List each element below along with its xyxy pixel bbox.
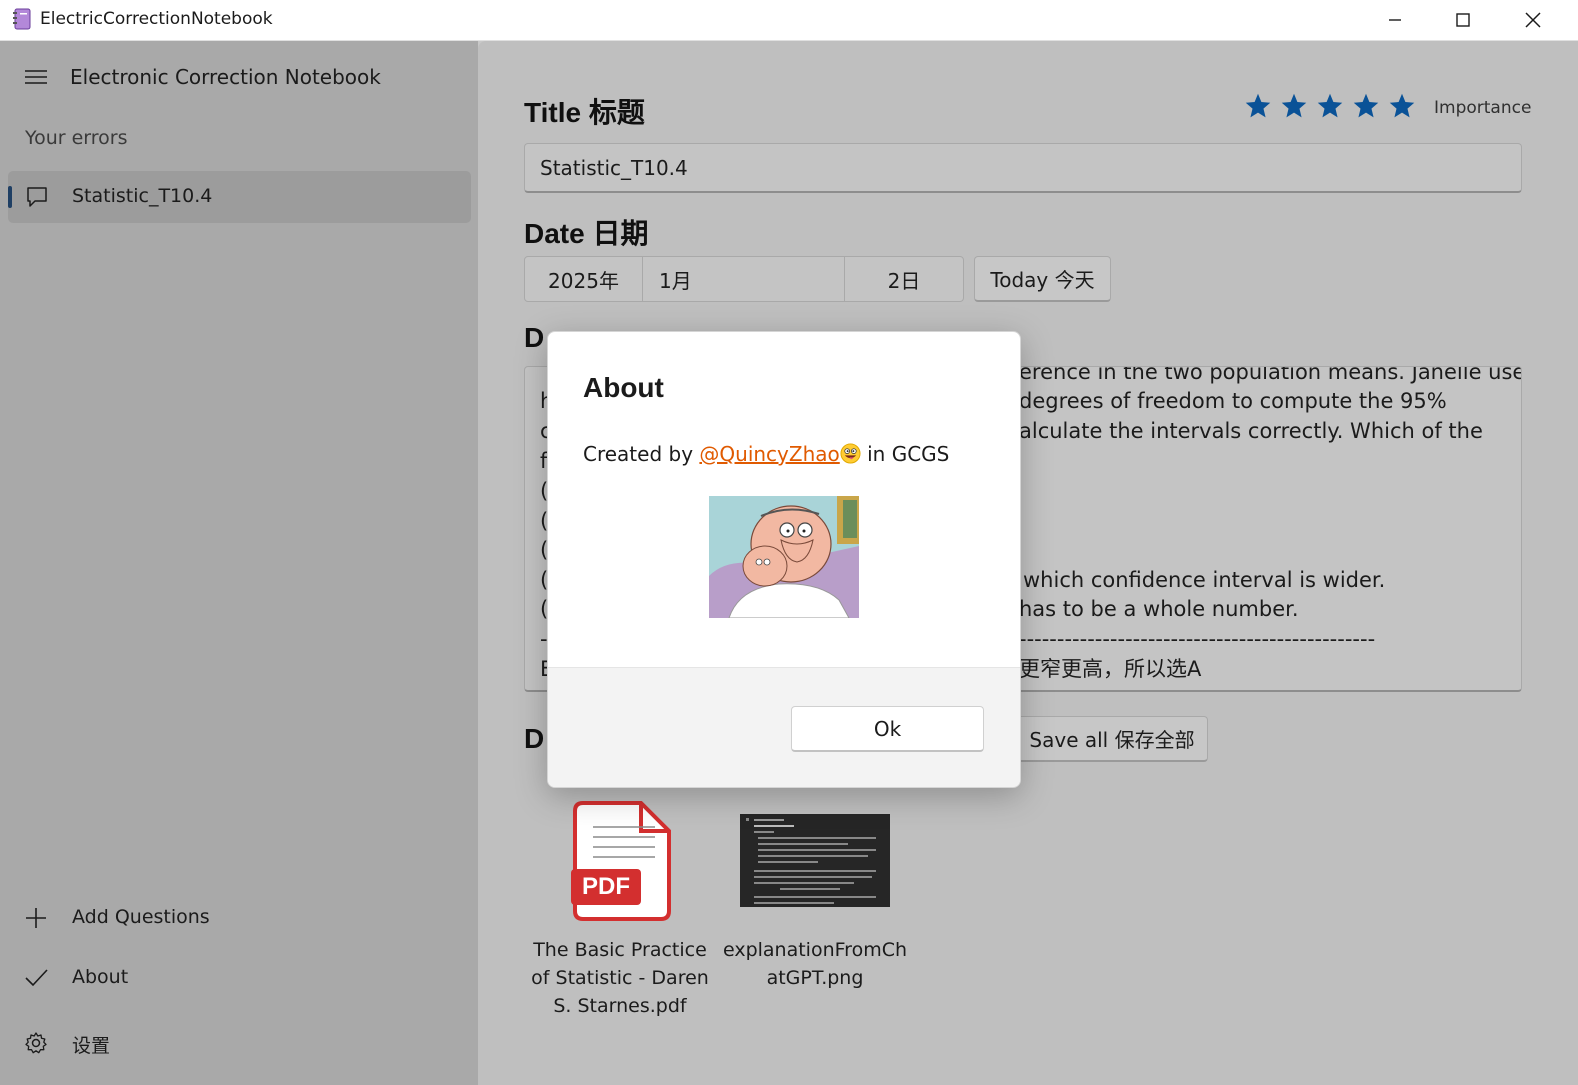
plus-icon: [26, 908, 46, 928]
date-year[interactable]: 2025年: [525, 257, 643, 301]
documents-heading: D: [524, 723, 545, 754]
close-icon: [1525, 12, 1541, 28]
date-month[interactable]: 1月: [643, 257, 845, 301]
credit-suffix: in GCGS: [860, 442, 950, 466]
maximize-icon: [1456, 13, 1470, 27]
save-all-button[interactable]: Save all 保存全部: [1016, 716, 1208, 762]
desc-line-2: degrees of freedom to compute the 95%: [1019, 389, 1447, 413]
maximize-button[interactable]: [1428, 0, 1498, 40]
ok-button[interactable]: Ok: [791, 706, 984, 752]
close-button[interactable]: [1498, 0, 1568, 40]
pdf-badge: PDF: [582, 873, 630, 900]
author-link[interactable]: @QuincyZhao: [699, 442, 861, 466]
star-icon[interactable]: [1352, 92, 1380, 120]
attachment-name-png[interactable]: explanationFromChatGPT.png: [720, 936, 910, 992]
app-name: Electronic Correction Notebook: [70, 65, 381, 89]
errors-section-title: Your errors: [25, 127, 128, 149]
image-thumbnail[interactable]: [740, 814, 890, 907]
window-title: ElectricCorrectionNotebook: [40, 9, 273, 29]
desc-line-3: alculate the intervals correctly. Which …: [1019, 419, 1483, 443]
minimize-button[interactable]: [1360, 0, 1430, 40]
today-button[interactable]: Today 今天: [974, 256, 1111, 302]
dialog-footer: Ok: [548, 667, 1020, 787]
about-item[interactable]: About: [0, 952, 478, 1004]
about-dialog: About Created by @QuincyZhao in GCGS Ok: [547, 331, 1021, 788]
settings-item[interactable]: 设置: [0, 1017, 478, 1069]
grinning-emoji-icon: [840, 443, 861, 464]
date-picker[interactable]: 2025年 1月 2日: [524, 256, 964, 302]
credit-prefix: Created by: [583, 442, 700, 466]
dialog-credit-text: Created by @QuincyZhao in GCGS: [583, 442, 949, 466]
author-link-text: @QuincyZhao: [699, 442, 840, 466]
cartoon-character-avatar: [709, 496, 859, 618]
gear-icon: [25, 1032, 47, 1054]
checkmark-icon: [25, 969, 48, 987]
about-label: About: [72, 966, 129, 988]
importance-label: Importance: [1434, 98, 1532, 118]
add-questions-item[interactable]: Add Questions: [0, 892, 478, 944]
add-questions-label: Add Questions: [72, 906, 210, 928]
description-heading: D: [524, 322, 545, 353]
notebook-app-icon: [13, 8, 31, 30]
attachment-name-pdf[interactable]: The Basic Practice of Statistic - Daren …: [525, 936, 715, 1020]
dialog-title: About: [583, 372, 664, 403]
pdf-file-icon[interactable]: [569, 799, 673, 923]
hamburger-menu-icon[interactable]: [24, 67, 48, 87]
desc-line-1: erence in the two population means. Jane…: [1019, 366, 1522, 384]
star-icon[interactable]: [1280, 92, 1308, 120]
sidebar-item-statistic[interactable]: Statistic_T10.4: [8, 171, 471, 223]
sidebar: Electronic Correction Notebook Your erro…: [0, 41, 478, 1085]
date-heading: Date 日期: [524, 218, 649, 249]
desc-line-11: 更窄更高，所以选A: [1019, 657, 1202, 681]
star-icon[interactable]: [1388, 92, 1416, 120]
title-heading: Title 标题: [524, 97, 645, 128]
date-day[interactable]: 2日: [845, 257, 963, 301]
title-input[interactable]: Statistic_T10.4: [524, 143, 1522, 193]
selection-indicator: [8, 186, 12, 208]
desc-line-8: which confidence interval is wider.: [1023, 568, 1386, 592]
star-icon[interactable]: [1316, 92, 1344, 120]
desc-line-9: has to be a whole number.: [1019, 597, 1299, 621]
chat-bubble-icon: [27, 187, 47, 207]
settings-label: 设置: [72, 1035, 111, 1057]
title-bar: ElectricCorrectionNotebook: [0, 0, 1578, 41]
minimize-icon: [1389, 19, 1401, 21]
sidebar-item-label: Statistic_T10.4: [72, 185, 213, 207]
desc-line-10: ----------------------------------------…: [1019, 627, 1376, 651]
importance-rating[interactable]: [1244, 92, 1416, 120]
star-icon[interactable]: [1244, 92, 1272, 120]
